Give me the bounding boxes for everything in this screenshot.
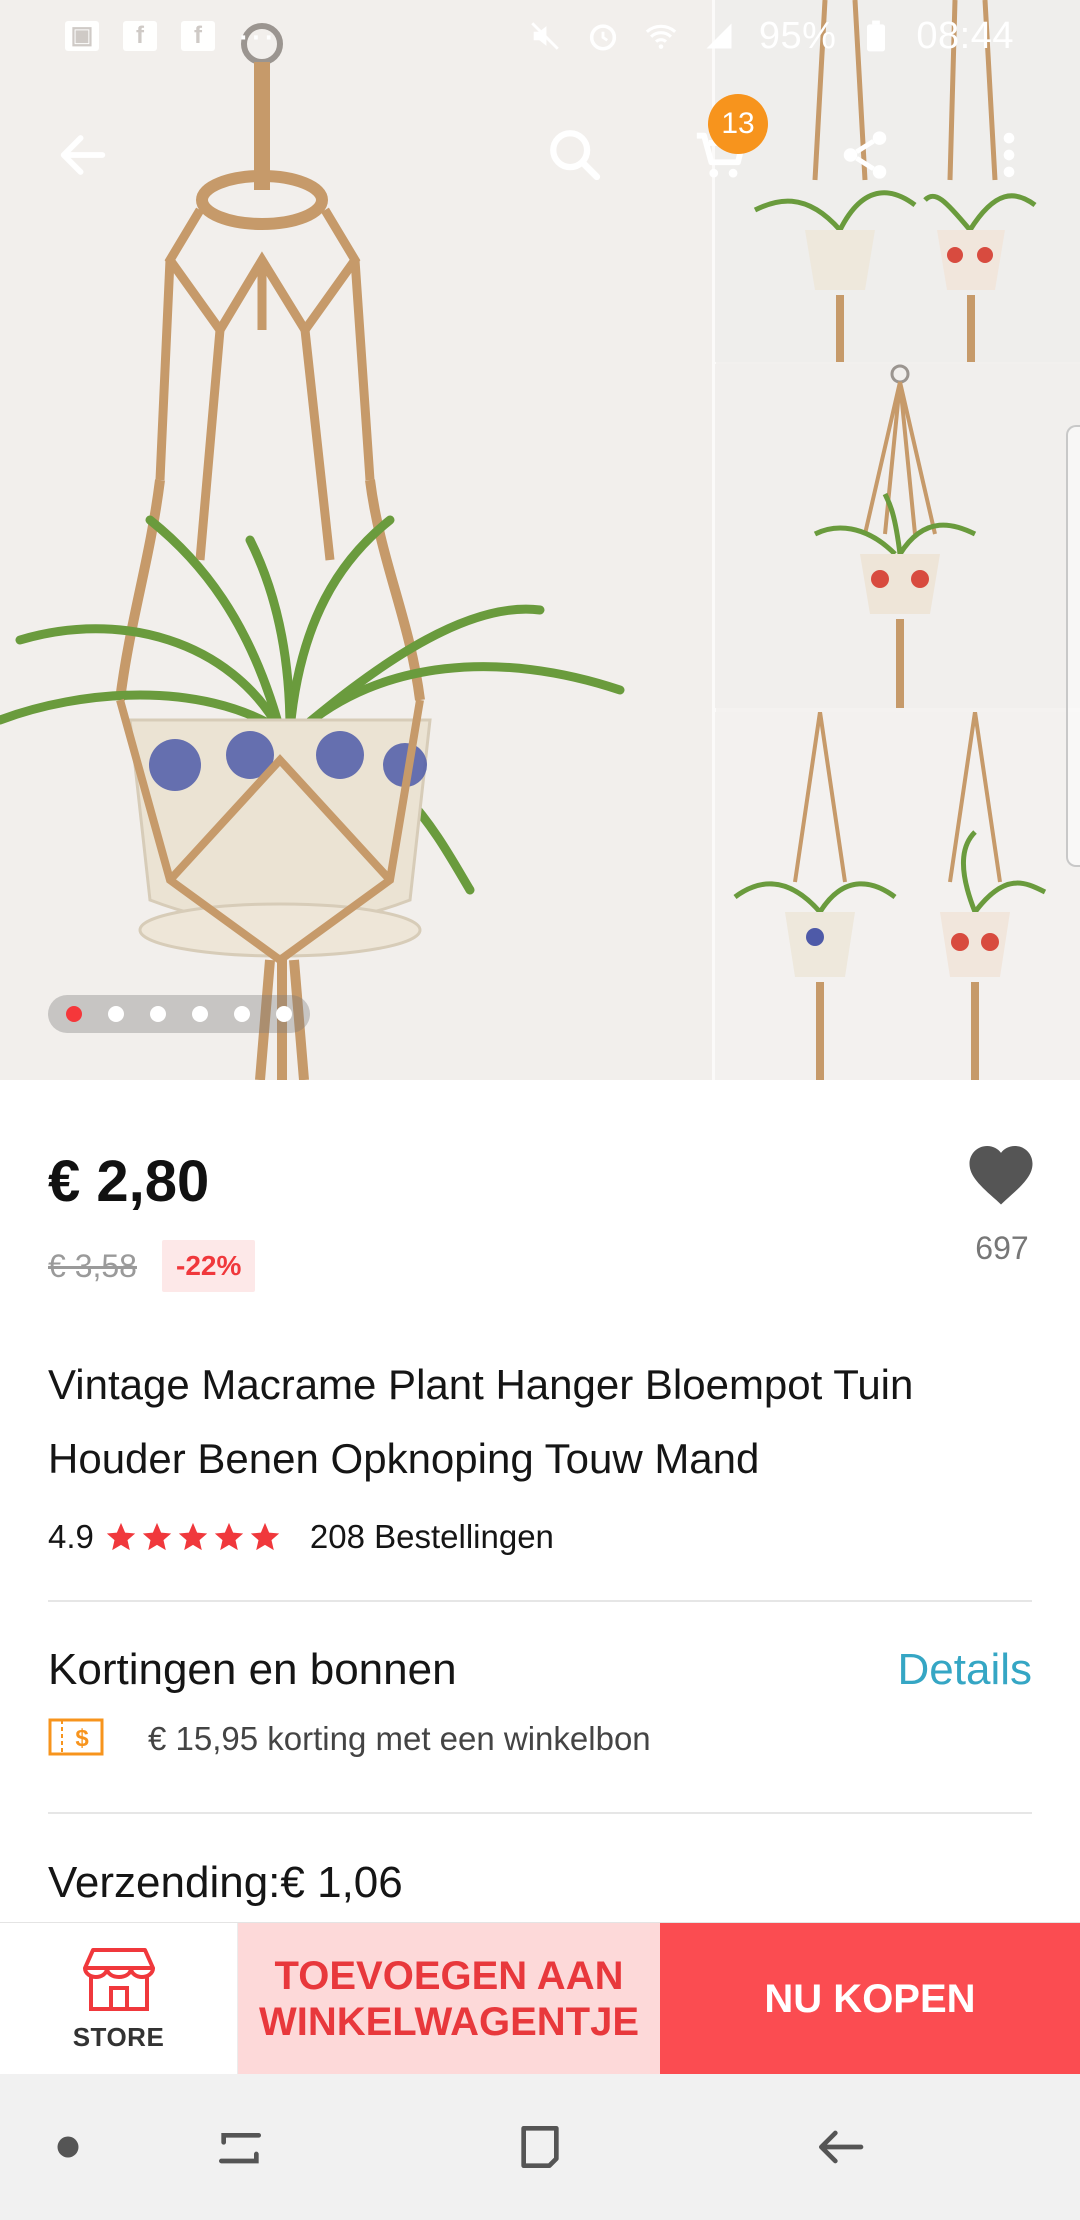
gallery-notification-icon: ▣ xyxy=(64,19,100,53)
original-price: € 3,58 xyxy=(48,1248,137,1284)
gallery-pager-dots xyxy=(48,995,310,1033)
pager-dot[interactable] xyxy=(192,1006,208,1022)
star-icon xyxy=(178,1522,208,1551)
top-action-bar xyxy=(0,110,1080,200)
more-notifications-icon: ··· xyxy=(237,14,275,57)
wishlist-count: 697 xyxy=(975,1230,1029,1266)
coupons-section-title: Kortingen en bonnen xyxy=(48,1645,457,1694)
back-arrow-icon xyxy=(819,2130,864,2164)
svg-text:$: $ xyxy=(75,1725,89,1752)
share-icon xyxy=(843,131,887,179)
star-icon xyxy=(214,1522,244,1551)
pager-dot[interactable] xyxy=(234,1006,250,1022)
rating-value: 4.9 xyxy=(48,1518,94,1555)
product-price: € 2,80 xyxy=(48,1149,210,1214)
recent-apps-button[interactable] xyxy=(200,2074,280,2220)
signal-icon xyxy=(701,19,737,53)
star-icon xyxy=(142,1522,172,1551)
pager-dot[interactable] xyxy=(150,1006,166,1022)
store-label: STORE xyxy=(72,2021,165,2052)
wifi-icon xyxy=(643,19,679,53)
add-to-cart-label-line1: TOEVOEGEN AAN xyxy=(274,1954,624,1998)
rating-stars xyxy=(104,1520,282,1554)
bottom-action-bar: STORE TOEVOEGEN AAN WINKELWAGENTJE NU KO… xyxy=(0,1922,1080,2075)
facebook-notification-icon-2: f xyxy=(180,19,216,53)
search-button[interactable] xyxy=(530,110,620,200)
star-icon xyxy=(250,1522,280,1551)
shipping-cost[interactable]: Verzending:€ 1,06 xyxy=(48,1858,403,1908)
cart-count-badge: 13 xyxy=(708,94,768,154)
coupons-details-link[interactable]: Details xyxy=(898,1645,1033,1695)
mute-icon xyxy=(527,19,563,53)
pager-dot-active[interactable] xyxy=(66,1006,82,1022)
recent-apps-icon xyxy=(219,2133,261,2164)
more-vertical-icon xyxy=(1003,132,1015,178)
status-bar: ▣ f f ··· 95% 08:44 xyxy=(0,0,1080,72)
alarm-icon xyxy=(585,19,621,53)
pager-dot[interactable] xyxy=(108,1006,124,1022)
thumbnail-single-hanger xyxy=(715,364,1080,708)
battery-icon xyxy=(858,19,894,53)
thumbnail-two-hangers-bottom xyxy=(715,712,1080,1080)
heart-icon[interactable] xyxy=(965,1140,1037,1206)
home-square-icon xyxy=(521,2126,559,2168)
clock: 08:44 xyxy=(916,14,1014,57)
store-button[interactable]: STORE xyxy=(0,1923,238,2075)
product-title: Vintage Macrame Plant Hanger Bloempot Tu… xyxy=(48,1361,914,1482)
back-button[interactable] xyxy=(38,110,128,200)
orders-count: 208 Bestellingen xyxy=(309,1518,554,1555)
pager-dot[interactable] xyxy=(276,1006,292,1022)
facebook-notification-icon: f xyxy=(122,19,158,53)
system-navigation-bar xyxy=(0,2074,1080,2220)
discount-badge: -22% xyxy=(162,1240,256,1292)
arrow-left-icon xyxy=(60,135,106,175)
product-image-gallery[interactable]: ▣ f f ··· 95% 08:44 13 xyxy=(0,0,1080,1080)
home-button[interactable] xyxy=(500,2074,580,2220)
battery-percentage: 95% xyxy=(758,14,837,57)
gallery-side-handle[interactable] xyxy=(1066,425,1080,867)
star-icon xyxy=(106,1522,136,1551)
coupon-text: € 15,95 korting met een winkelbon xyxy=(148,1720,651,1757)
store-icon xyxy=(82,1947,155,2011)
buy-now-button[interactable]: NU KOPEN xyxy=(660,1923,1080,2075)
rating-row[interactable]: 4.9 208 Bestellingen xyxy=(48,1518,554,1556)
system-back-button[interactable] xyxy=(800,2074,880,2220)
nav-indicator-dot xyxy=(50,2074,86,2220)
add-to-cart-button[interactable]: TOEVOEGEN AAN WINKELWAGENTJE xyxy=(238,1923,660,2075)
more-options-button[interactable] xyxy=(964,110,1054,200)
divider xyxy=(48,1600,1032,1602)
divider xyxy=(48,1812,1032,1814)
add-to-cart-label-line2: WINKELWAGENTJE xyxy=(258,2000,640,2044)
coupon-ticket-icon: $ xyxy=(48,1718,104,1756)
share-button[interactable] xyxy=(820,110,910,200)
search-icon xyxy=(550,130,601,181)
